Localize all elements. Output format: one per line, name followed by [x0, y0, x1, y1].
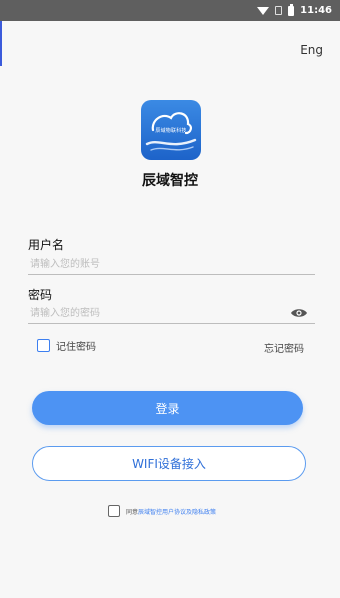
login-button[interactable]: 登录: [32, 391, 303, 425]
wifi-icon: [257, 7, 270, 15]
agreement-row: 同意辰域智控用户协议及隐私政策: [108, 505, 216, 517]
remember-label: 记住密码: [56, 342, 96, 353]
status-bar: 11:46: [0, 0, 340, 21]
edge-marker: [0, 21, 2, 66]
username-label: 用户名: [28, 238, 65, 252]
wifi-device-button[interactable]: WIFI设备接入: [32, 446, 306, 481]
app-name: 辰域智控: [142, 173, 198, 189]
agreement-checkbox[interactable]: [108, 505, 120, 517]
app-logo: 辰域物联科技: [141, 100, 201, 160]
remember-password[interactable]: 记住密码: [37, 338, 96, 353]
username-input[interactable]: [28, 255, 315, 275]
remember-checkbox[interactable]: [37, 339, 50, 352]
forgot-password-link[interactable]: 忘记密码: [264, 340, 304, 355]
password-label: 密码: [28, 288, 53, 302]
language-switch[interactable]: Eng: [300, 43, 323, 57]
battery-icon: [288, 3, 295, 16]
logo-text: 辰域物联科技: [155, 128, 187, 134]
status-time: 11:46: [300, 5, 332, 16]
sim-icon: [275, 6, 283, 15]
password-input[interactable]: [28, 304, 315, 324]
agreement-text: 同意辰域智控用户协议及隐私政策: [126, 507, 216, 516]
agreement-prefix: 同意: [126, 508, 139, 516]
eye-icon[interactable]: [290, 307, 308, 319]
agreement-link[interactable]: 辰域智控用户协议及隐私政策: [138, 509, 216, 516]
